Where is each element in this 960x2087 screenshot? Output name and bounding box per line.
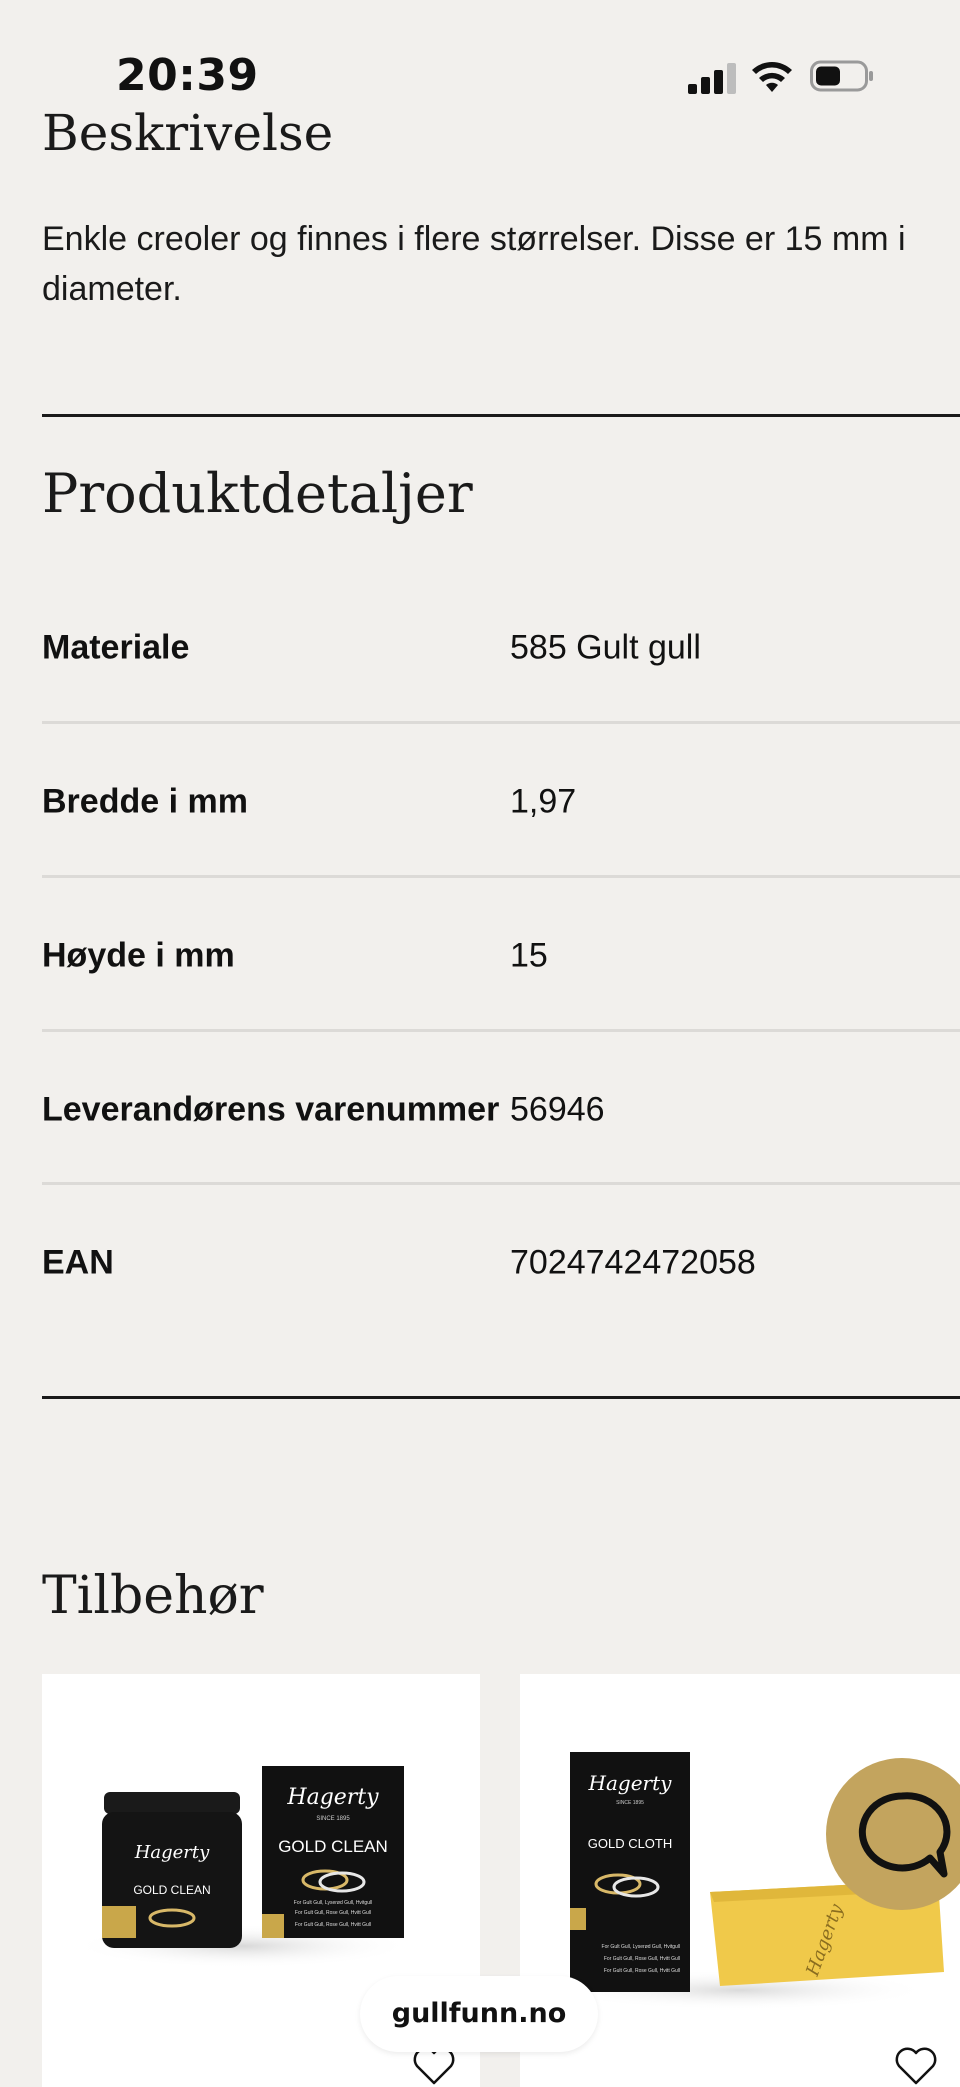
detail-row-material: Materiale 585 Gult gull [0,571,960,725]
status-time: 20:39 [116,50,259,101]
detail-row-supplier-number: Leverandørens varenummer 56946 [0,1033,960,1187]
detail-value: 585 Gult gull [510,628,701,667]
svg-text:Hagerty: Hagerty [588,1771,673,1795]
detail-value: 15 [510,936,548,975]
battery-icon [810,60,873,92]
section-divider [42,414,960,417]
chat-bubble-icon [858,1792,951,1878]
detail-label: Høyde i mm [42,936,235,975]
section-divider [42,1396,960,1399]
svg-text:For Gult Gull, Rose Gull, Hvit: For Gult Gull, Rose Gull, Hvitt Gull [604,1968,680,1974]
chat-button[interactable] [826,1758,960,1910]
detail-label: Leverandørens varenummer [42,1090,500,1129]
detail-label: Materiale [42,628,190,667]
svg-text:SINCE 1895: SINCE 1895 [316,1816,350,1822]
row-divider [42,721,960,724]
svg-text:For Gult Gull, Rose Gull, Hvit: For Gult Gull, Rose Gull, Hvitt Gull [604,1956,680,1962]
svg-text:SINCE 1895: SINCE 1895 [616,1800,644,1806]
heart-icon[interactable] [412,2046,456,2086]
accessories-title: Tilbehør [42,1566,264,1626]
svg-text:For Gult Gull, Rose Gull, Hvit: For Gult Gull, Rose Gull, Hvitt Gull [295,1922,371,1928]
description-text: Enkle creoler og finnes i flere størrels… [42,220,906,308]
detail-row-height: Høyde i mm 15 [0,879,960,1033]
details-title: Produktdetaljer [42,462,473,525]
row-divider [42,1029,960,1032]
cellular-signal-icon [688,62,736,94]
detail-row-ean: EAN 7024742472058 [0,1186,960,1340]
detail-value: 7024742472058 [510,1243,756,1282]
detail-label: Bredde i mm [42,782,248,821]
svg-text:GOLD CLEAN: GOLD CLEAN [133,1883,210,1897]
wifi-icon [752,62,792,92]
detail-label: EAN [42,1243,114,1282]
svg-text:Hagerty: Hagerty [134,1842,210,1863]
detail-value: 56946 [510,1090,605,1129]
svg-text:For Gult Gull, Lyserød Gull, H: For Gult Gull, Lyserød Gull, Hvitgull [602,1944,680,1950]
svg-text:Hagerty: Hagerty [286,1785,379,1810]
row-divider [42,875,960,878]
detail-value: 1,97 [510,782,577,821]
svg-text:GOLD CLEAN: GOLD CLEAN [278,1837,388,1856]
description-title: Beskrivelse [42,104,334,162]
svg-text:For Gult Gull, Rose Gull, Hvit: For Gult Gull, Rose Gull, Hvitt Gull [295,1910,371,1916]
svg-text:For Gult Gull, Lyserød Gull, H: For Gult Gull, Lyserød Gull, Hvitgull [294,1900,372,1906]
browser-url-bar[interactable]: gullfunn.no [360,1976,598,2052]
row-divider [42,1182,960,1185]
heart-icon[interactable] [894,2046,938,2086]
detail-row-width: Bredde i mm 1,97 [0,725,960,879]
svg-text:GOLD CLOTH: GOLD CLOTH [588,1836,673,1851]
